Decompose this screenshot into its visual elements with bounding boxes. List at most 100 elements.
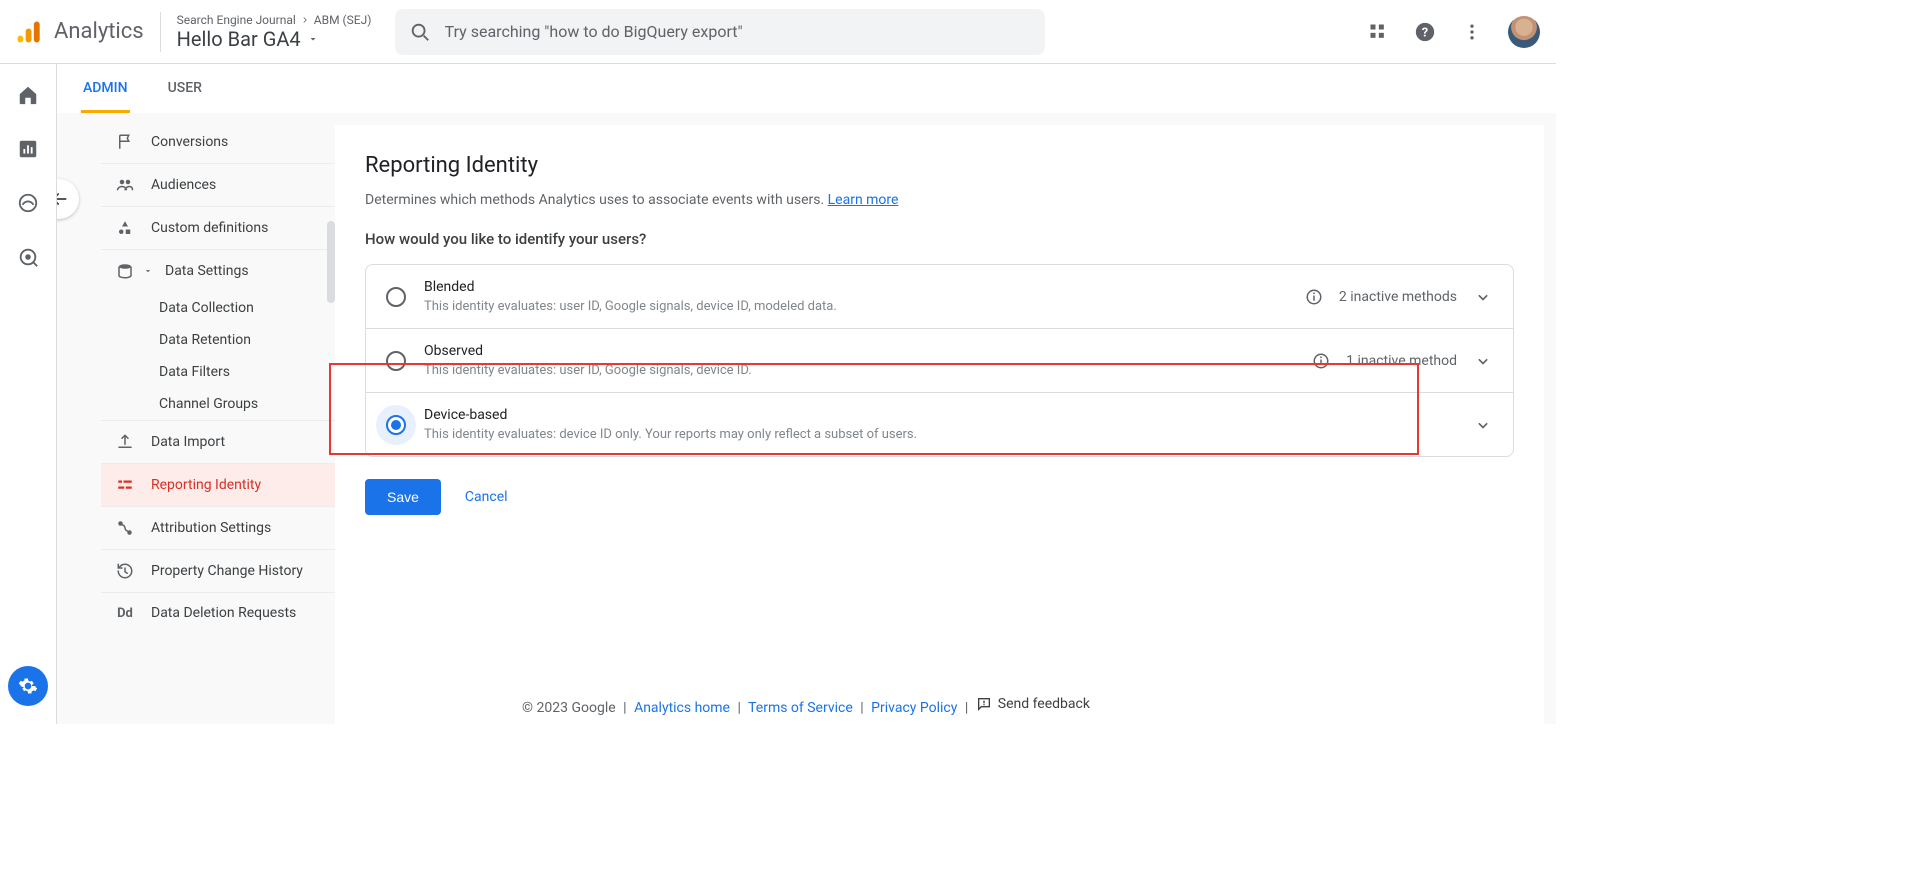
more-vert-icon[interactable] [1462, 22, 1482, 42]
shapes-icon [116, 219, 134, 237]
footer-privacy[interactable]: Privacy Policy [871, 700, 957, 716]
menu-data-settings[interactable]: Data Settings [101, 249, 335, 292]
menu-audiences[interactable]: Audiences [101, 163, 335, 206]
menu-label: Reporting Identity [151, 477, 261, 493]
menu-change-history[interactable]: Property Change History [101, 549, 335, 592]
menu-label: Attribution Settings [151, 520, 271, 536]
dd-text-icon: Dd [115, 606, 135, 621]
identity-options-card: Blended This identity evaluates: user ID… [365, 264, 1514, 457]
option-device-based[interactable]: Device-based This identity evaluates: de… [366, 393, 1513, 456]
send-feedback-button[interactable]: Send feedback [976, 696, 1090, 712]
feedback-icon [976, 696, 992, 712]
reports-icon[interactable] [17, 138, 39, 160]
top-actions: ? [1368, 16, 1540, 48]
question-label: How would you like to identify your user… [365, 230, 1514, 248]
analytics-logo-icon [14, 18, 42, 46]
menu-conversions[interactable]: Conversions [101, 121, 335, 163]
breadcrumb-account: ABM (SEJ) [314, 13, 372, 27]
menu-label: Data Import [151, 434, 225, 450]
footer-analytics-home[interactable]: Analytics home [634, 700, 730, 716]
footer-tos[interactable]: Terms of Service [748, 700, 853, 716]
people-icon [116, 176, 134, 194]
copyright: © 2023 Google [522, 700, 616, 716]
admin-tabs: ADMIN USER [57, 64, 1556, 113]
identity-icon [116, 476, 134, 494]
option-observed[interactable]: Observed This identity evaluates: user I… [366, 329, 1513, 393]
flag-icon [116, 133, 134, 151]
submenu-data-retention[interactable]: Data Retention [159, 324, 335, 356]
option-desc: This identity evaluates: user ID, Google… [424, 363, 1294, 378]
tab-user[interactable]: USER [166, 64, 204, 113]
admin-body: Conversions Audiences Custom definitions… [57, 113, 1556, 724]
chevron-right-icon [300, 15, 310, 25]
option-desc: This identity evaluates: user ID, Google… [424, 299, 1287, 314]
option-title: Device-based [424, 407, 1455, 423]
chevron-down-icon[interactable] [1473, 351, 1493, 371]
menu-custom-definitions[interactable]: Custom definitions [101, 206, 335, 249]
explore-icon[interactable] [17, 192, 39, 214]
option-blended[interactable]: Blended This identity evaluates: user ID… [366, 265, 1513, 329]
info-icon[interactable] [1305, 288, 1323, 306]
radio-blended[interactable] [386, 287, 406, 307]
scrollbar-thumb[interactable] [327, 221, 335, 303]
help-icon[interactable]: ? [1414, 21, 1436, 43]
radio-device-based[interactable] [386, 415, 406, 435]
menu-data-deletion[interactable]: Dd Data Deletion Requests [101, 592, 335, 633]
separator [160, 12, 161, 52]
menu-reporting-identity[interactable]: Reporting Identity [101, 463, 335, 506]
footer: © 2023 Google | Analytics home | Terms o… [56, 696, 1556, 716]
action-row: Save Cancel [365, 479, 1514, 515]
submenu-data-filters[interactable]: Data Filters [159, 356, 335, 388]
rail-nav [0, 64, 56, 724]
menu-label: Data Settings [165, 263, 249, 279]
advertising-icon[interactable] [17, 246, 39, 268]
back-button[interactable] [57, 179, 79, 219]
apps-icon[interactable] [1368, 22, 1388, 42]
menu-label: Custom definitions [151, 220, 268, 236]
save-button[interactable]: Save [365, 479, 441, 515]
home-icon[interactable] [17, 84, 39, 106]
tab-admin[interactable]: ADMIN [81, 64, 130, 113]
topbar: Analytics Search Engine Journal ABM (SEJ… [0, 0, 1556, 64]
admin-gear-button[interactable] [8, 666, 48, 706]
menu-data-import[interactable]: Data Import [101, 420, 335, 463]
search-input[interactable]: Try searching "how to do BigQuery export… [395, 9, 1045, 55]
option-title: Blended [424, 279, 1287, 295]
triangle-down-icon [307, 33, 319, 45]
admin-content: ADMIN USER Conversions Audiences [57, 64, 1556, 724]
info-icon[interactable] [1312, 352, 1330, 370]
page-body: ADMIN USER Conversions Audiences [0, 64, 1556, 724]
logo-area: Analytics [8, 18, 144, 46]
avatar[interactable] [1508, 16, 1540, 48]
breadcrumb-org: Search Engine Journal [177, 13, 296, 27]
inactive-methods-text: 2 inactive methods [1339, 289, 1457, 305]
search-icon [409, 21, 431, 43]
page-title: Reporting Identity [365, 153, 1514, 178]
learn-more-link[interactable]: Learn more [828, 192, 899, 208]
svg-text:?: ? [1422, 25, 1428, 40]
breadcrumb: Search Engine Journal ABM (SEJ) [177, 13, 377, 27]
menu-attribution-settings[interactable]: Attribution Settings [101, 506, 335, 549]
admin-side-menu: Conversions Audiences Custom definitions… [101, 113, 335, 724]
chevron-down-icon[interactable] [1473, 287, 1493, 307]
page-description: Determines which methods Analytics uses … [365, 192, 1514, 208]
attribution-icon [116, 519, 134, 537]
submenu-data-collection[interactable]: Data Collection [159, 292, 335, 324]
submenu-channel-groups[interactable]: Channel Groups [159, 388, 335, 420]
database-icon [116, 262, 134, 280]
chevron-down-icon[interactable] [1473, 415, 1493, 435]
cancel-button[interactable]: Cancel [465, 489, 508, 505]
option-title: Observed [424, 343, 1294, 359]
property-selector[interactable]: Search Engine Journal ABM (SEJ) Hello Ba… [177, 13, 377, 51]
main-panel: Reporting Identity Determines which meth… [335, 125, 1544, 724]
radio-observed[interactable] [386, 351, 406, 371]
option-desc: This identity evaluates: device ID only.… [424, 427, 1455, 442]
history-icon [116, 562, 134, 580]
menu-label: Audiences [151, 177, 216, 193]
search-wrap: Try searching "how to do BigQuery export… [395, 9, 1045, 55]
inactive-methods-text: 1 inactive method [1346, 353, 1457, 369]
property-name: Hello Bar GA4 [177, 27, 301, 51]
submenu-data-settings: Data Collection Data Retention Data Filt… [101, 292, 335, 420]
arrow-left-icon [57, 189, 69, 209]
upload-icon [116, 433, 134, 451]
